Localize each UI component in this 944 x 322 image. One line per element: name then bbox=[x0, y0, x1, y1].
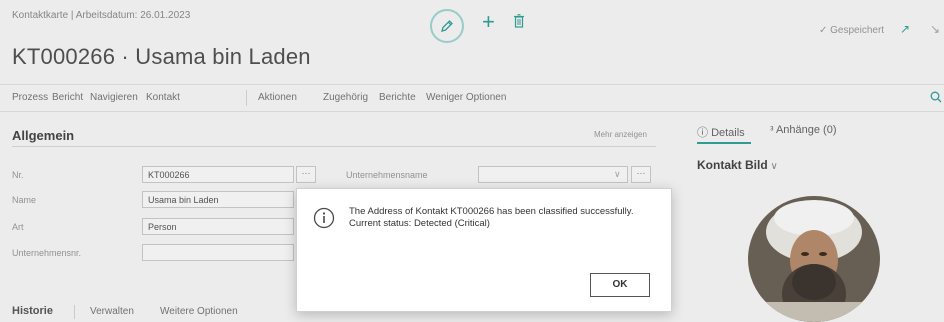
dialog-message-line-1: The Address of Kontakt KT000266 has been… bbox=[349, 206, 634, 217]
dialog-message-line-2: Current status: Detected (Critical) bbox=[349, 218, 490, 229]
info-icon bbox=[313, 207, 335, 234]
ok-button[interactable]: OK bbox=[590, 273, 650, 297]
notification-dialog: The Address of Kontakt KT000266 has been… bbox=[296, 188, 672, 312]
dialog-message: The Address of Kontakt KT000266 has been… bbox=[349, 206, 665, 230]
